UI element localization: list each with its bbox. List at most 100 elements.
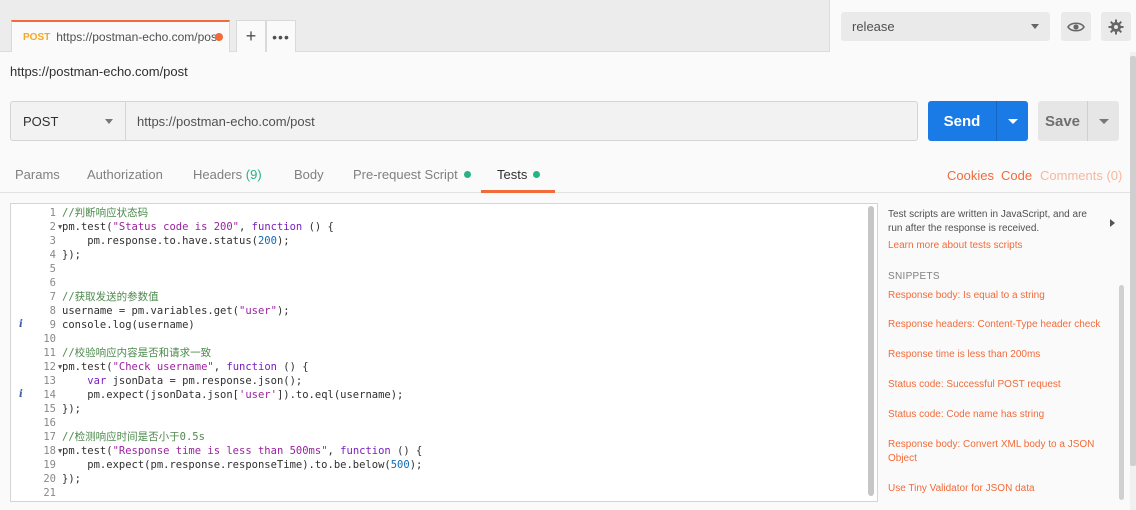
code-line[interactable]: 1 //判断响应状态码 [11,206,871,220]
eye-icon [1067,21,1085,32]
tab-authorization[interactable]: Authorization [87,167,163,182]
code-text: pm.test("Response time is less than 500m… [62,445,423,457]
snippets-scrollbar[interactable] [1119,285,1124,500]
send-options-button[interactable] [996,101,1028,141]
code-line[interactable]: 20}); [11,472,871,486]
request-tab-title: https://postman-echo.com/pos [56,30,217,44]
code-line[interactable]: 3 pm.response.to.have.status(200); [11,234,871,248]
code-line[interactable]: i 14 pm.expect(jsonData.json['user']).to.… [11,388,871,402]
tab-pre-request-label: Pre-request Script [353,167,458,182]
snippet-item[interactable]: Response body: Is equal to a string [888,289,1110,303]
code-line[interactable]: 18 ▼ pm.test("Response time is less than 5… [11,444,871,458]
code-text: //校验响应内容是否和请求一致 [62,347,212,359]
chevron-down-icon [105,119,113,124]
save-button[interactable]: Save [1038,101,1087,141]
editor-scrollbar[interactable] [868,206,874,496]
chevron-down-icon [1007,118,1018,124]
code-link[interactable]: Code [1001,168,1032,183]
code-line[interactable]: 12 ▼ pm.test("Check username", function ()… [11,360,871,374]
code-line[interactable]: 2 ▼ pm.test("Status code is 200", function… [11,220,871,234]
line-number: 4 [49,249,56,261]
line-number: 6 [49,277,56,289]
line-number: 14 [43,389,56,401]
code-text: }); [62,403,81,415]
more-tabs-button[interactable]: ••• [266,20,296,52]
send-button-group: Send [928,101,1028,141]
snippet-item[interactable]: Response body: Convert XML body to a JSO… [888,438,1103,466]
environment-panel: release [829,0,1136,52]
code-line[interactable]: 5 [11,262,871,276]
unsaved-dot-icon [215,33,223,41]
has-content-dot-icon [463,171,471,178]
postman-app: POST https://postman-echo.com/pos + ••• … [0,0,1136,510]
collapse-panel-icon[interactable] [1110,219,1115,227]
snippet-item[interactable]: Response headers: Content-Type header ch… [888,318,1110,332]
code-line[interactable]: 21 [11,486,871,500]
code-text: }); [62,473,81,485]
tab-headers[interactable]: Headers (9) [193,167,262,182]
line-number: 9 [49,319,56,331]
line-number: 7 [49,291,56,303]
code-line[interactable]: 11 //校验响应内容是否和请求一致 [11,346,871,360]
code-text: var jsonData = pm.response.json(); [87,375,303,387]
save-options-button[interactable] [1087,101,1119,141]
request-title[interactable]: https://postman-echo.com/post [10,64,188,79]
cookies-link[interactable]: Cookies [947,168,994,183]
tab-body[interactable]: Body [294,167,324,182]
code-text: //获取发送的参数值 [62,291,159,303]
active-tab-indicator [481,190,555,193]
code-line[interactable]: i 9 console.log(username) [11,318,871,332]
manage-environments-button[interactable] [1101,12,1131,41]
line-number: 19 [43,459,56,471]
code-text: //判断响应状态码 [62,207,149,219]
url-input[interactable] [126,102,917,140]
send-button[interactable]: Send [928,101,996,141]
tab-params[interactable]: Params [15,167,60,182]
code-line[interactable]: 6 [11,276,871,290]
method-select[interactable]: POST [11,102,126,140]
code-line[interactable]: 13 var jsonData = pm.response.json(); [11,374,871,388]
info-icon: i [19,319,23,330]
code-line[interactable]: 17 //检测响应时间是否小于0.5s [11,430,871,444]
chevron-down-icon [1098,118,1109,124]
page-scrollbar[interactable] [1130,56,1136,466]
chevron-down-icon [1031,24,1039,29]
line-number: 18 [43,445,56,457]
request-tab[interactable]: POST https://postman-echo.com/pos [11,20,230,52]
learn-more-link[interactable]: Learn more about tests scripts [888,240,1023,251]
snippet-item[interactable]: Status code: Successful POST request [888,378,1110,392]
line-number: 3 [49,235,56,247]
tab-authorization-label: Authorization [87,167,163,182]
snippet-item[interactable]: Status code: Code name has string [888,408,1110,422]
code-line[interactable]: 16 [11,416,871,430]
line-number: 11 [43,347,56,359]
code-line[interactable]: 7 //获取发送的参数值 [11,290,871,304]
snippet-item[interactable]: Use Tiny Validator for JSON data [888,482,1110,496]
comments-link[interactable]: Comments (0) [1040,168,1122,183]
code-line[interactable]: 22 [11,500,871,501]
environment-value: release [852,19,895,34]
code-line[interactable]: 8 username = pm.variables.get("user"); [11,304,871,318]
new-tab-button[interactable]: + [236,20,266,52]
line-number: 22 [28,500,56,501]
tests-code-editor[interactable]: 1 //判断响应状态码 2 ▼ pm.test("Status code is 200"… [10,203,878,502]
line-number: 20 [43,473,56,485]
code-line[interactable]: 15}); [11,402,871,416]
code-line[interactable]: 19 pm.expect(pm.response.responseTime).t… [11,458,871,472]
gear-icon [1108,19,1124,34]
snippet-item[interactable]: Response time is less than 200ms [888,348,1110,362]
code-line[interactable]: 10 [11,332,871,346]
code-line[interactable]: 4}); [11,248,871,262]
request-bar: POST [10,101,918,141]
environment-select[interactable]: release [841,12,1050,41]
line-number: 10 [43,333,56,345]
code-text: pm.test("Check username", function () { [62,361,309,373]
line-number: 12 [43,361,56,373]
code-text: pm.response.to.have.status(200); [62,235,290,247]
tab-tests[interactable]: Tests [497,167,541,182]
environment-quick-look-button[interactable] [1061,12,1091,41]
code-text: pm.expect(jsonData.json['user']).to.eql(… [62,389,404,401]
tab-params-label: Params [15,167,60,182]
code-text: pm.test("Status code is 200", function (… [62,221,334,233]
tab-pre-request-script[interactable]: Pre-request Script [353,167,471,182]
